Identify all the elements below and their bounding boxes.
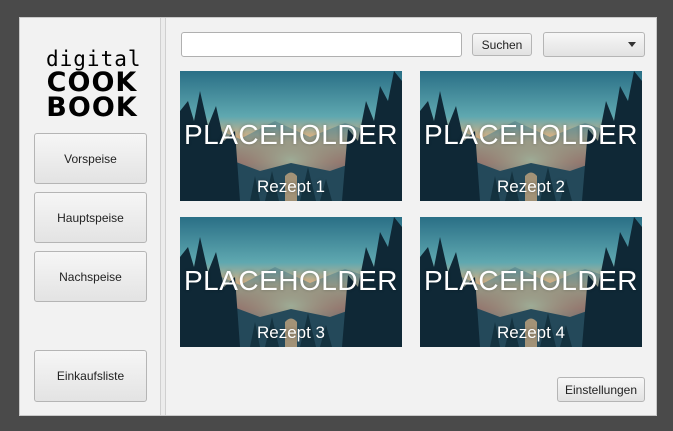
image-placeholder-text: PLACEHOLDER — [183, 265, 398, 296]
nachspeise-button-label: Nachspeise — [59, 269, 122, 284]
search-button[interactable]: Suchen — [472, 33, 532, 56]
recipe-card-3[interactable]: PLACEHOLDER Rezept 3 — [180, 217, 402, 347]
vorspeise-button-label: Vorspeise — [64, 151, 117, 166]
recipe-card-1[interactable]: PLACEHOLDER Rezept 1 — [180, 71, 402, 201]
hauptspeise-button[interactable]: Hauptspeise — [34, 192, 147, 243]
einkaufsliste-button[interactable]: Einkaufsliste — [34, 350, 147, 402]
settings-button[interactable]: Einstellungen — [557, 377, 645, 402]
settings-button-label: Einstellungen — [564, 382, 638, 397]
split-pane-divider[interactable] — [160, 18, 166, 415]
recipe-name: Rezept 4 — [496, 323, 566, 342]
search-input[interactable] — [181, 32, 462, 57]
filter-dropdown[interactable] — [543, 32, 645, 57]
logo-line-book: BOOK — [46, 92, 138, 123]
vorspeise-button[interactable]: Vorspeise — [34, 133, 147, 184]
app-logo: digital COOK BOOK — [46, 49, 141, 123]
image-placeholder-text: PLACEHOLDER — [423, 265, 638, 296]
recipe-name: Rezept 2 — [496, 177, 566, 196]
nachspeise-button[interactable]: Nachspeise — [34, 251, 147, 302]
einkaufsliste-button-label: Einkaufsliste — [56, 369, 125, 383]
hauptspeise-button-label: Hauptspeise — [57, 210, 124, 225]
search-button-label: Suchen — [481, 37, 523, 52]
image-placeholder-text: PLACEHOLDER — [183, 119, 398, 150]
recipe-name: Rezept 1 — [256, 177, 326, 196]
sidebar: digital COOK BOOK Vorspeise Hauptspeise … — [20, 18, 160, 415]
recipe-card-4[interactable]: PLACEHOLDER Rezept 4 — [420, 217, 642, 347]
chevron-down-icon — [628, 42, 636, 47]
app-window: digital COOK BOOK Vorspeise Hauptspeise … — [19, 17, 657, 416]
image-placeholder-text: PLACEHOLDER — [423, 119, 638, 150]
recipe-name: Rezept 3 — [256, 323, 326, 342]
recipe-card-2[interactable]: PLACEHOLDER Rezept 2 — [420, 71, 642, 201]
